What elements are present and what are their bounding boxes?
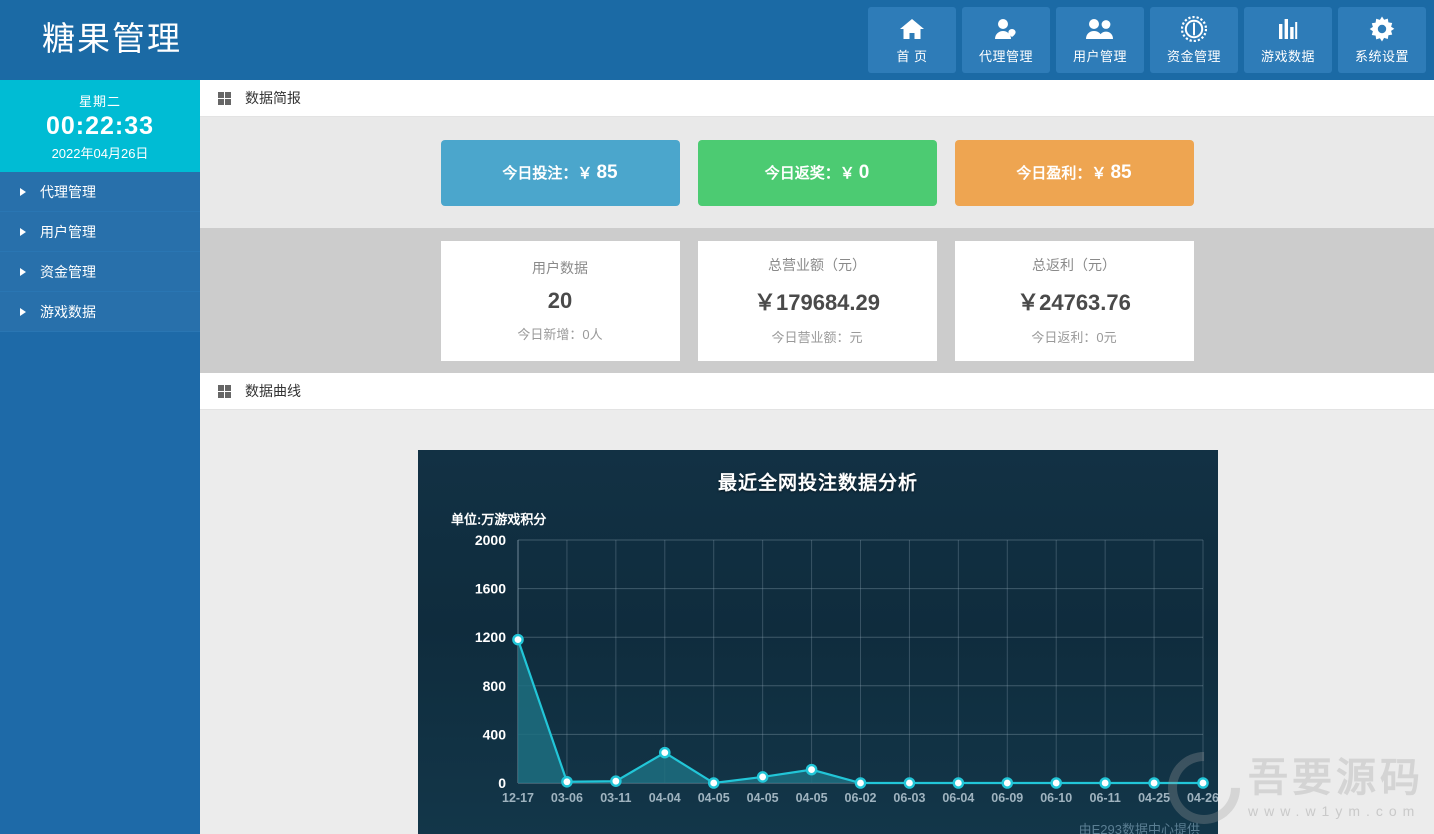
stat-cards-strip: 用户数据 20 今日新增：0人 总营业额（元） ￥179684.29 今日营业额…: [200, 228, 1434, 373]
svg-text:06-10: 06-10: [1040, 791, 1072, 805]
nav-label-agent-management: 代理管理: [979, 46, 1033, 65]
sidebar-item-agent-management[interactable]: 代理管理: [0, 172, 200, 212]
svg-text:06-04: 06-04: [942, 791, 974, 805]
watermark-text: 吾要源码 www.w1ym.com: [1248, 757, 1424, 819]
svg-text:06-02: 06-02: [845, 791, 877, 805]
summary-card-amount: 0: [859, 162, 870, 184]
svg-text:04-05: 04-05: [747, 791, 779, 805]
sidebar-item-fund-management[interactable]: 资金管理: [0, 252, 200, 292]
summary-card-label: 今日盈利：￥: [1016, 162, 1106, 183]
svg-text:06-09: 06-09: [991, 791, 1023, 805]
svg-text:12-17: 12-17: [502, 791, 534, 805]
nav-button-system-settings[interactable]: 系统设置: [1338, 7, 1426, 73]
nav-button-agent-management[interactable]: 代理管理: [962, 7, 1050, 73]
summary-card-today-bet[interactable]: 今日投注：￥ 85: [441, 140, 680, 206]
stat-card-total-revenue: 总营业额（元） ￥179684.29 今日营业额：元: [698, 241, 937, 361]
users-icon: [1085, 15, 1115, 43]
svg-text:04-05: 04-05: [796, 791, 828, 805]
stat-card-subtext: 今日营业额：元: [771, 327, 862, 346]
stat-card-row: 用户数据 20 今日新增：0人 总营业额（元） ￥179684.29 今日营业额…: [200, 228, 1434, 373]
sidebar-item-label: 资金管理: [40, 262, 96, 282]
svg-text:1600: 1600: [475, 581, 506, 597]
chart-panel: 最近全网投注数据分析 单位:万游戏积分 04008001200160020001…: [200, 410, 1434, 834]
watermark-url: www.w1ym.com: [1248, 803, 1424, 819]
nav-button-home[interactable]: 首 页: [868, 7, 956, 73]
app-root: 糖果管理 首 页 代理管理: [0, 0, 1434, 834]
watermark-main-text: 吾要源码: [1248, 757, 1424, 799]
svg-text:03-11: 03-11: [600, 791, 631, 805]
stat-card-value: 20: [548, 288, 572, 314]
nav-button-game-data[interactable]: 游戏数据: [1244, 7, 1332, 73]
svg-text:1200: 1200: [475, 629, 506, 645]
sidebar-item-label: 游戏数据: [40, 302, 96, 322]
chart-plot-area: 0 400 800 1200 1600 2000 12-17 03-06 03-11 04-04 0…: [418, 450, 1218, 834]
svg-text:04-25: 04-25: [1138, 791, 1170, 805]
chart-credit: 由E293数据中心提供: [1079, 819, 1200, 834]
home-icon: [899, 15, 925, 43]
grid-squares-icon: [218, 385, 231, 398]
svg-text:06-11: 06-11: [1090, 791, 1121, 805]
summary-card-amount: 85: [596, 162, 617, 184]
grid-squares-icon: [218, 92, 231, 105]
panel-title-summary: 数据简报: [245, 88, 301, 108]
nav-label-game-data: 游戏数据: [1261, 46, 1315, 65]
nav-label-user-management: 用户管理: [1073, 46, 1127, 65]
stat-card-value: ￥179684.29: [754, 285, 880, 317]
nav-label-system-settings: 系统设置: [1355, 46, 1409, 65]
nav-button-fund-management[interactable]: 资金管理: [1150, 7, 1238, 73]
gear-icon: [1369, 15, 1395, 43]
stat-card-title: 总营业额（元）: [768, 255, 866, 275]
summary-card-today-payout[interactable]: 今日返奖：￥ 0: [698, 140, 937, 206]
panel-header-summary: 数据简报: [200, 80, 1434, 117]
clock-date: 2022年04月26日: [52, 143, 149, 162]
summary-card-amount: 85: [1110, 162, 1131, 184]
summary-card-today-profit[interactable]: 今日盈利：￥ 85: [955, 140, 1194, 206]
svg-text:06-03: 06-03: [893, 791, 925, 805]
stat-card-title: 用户数据: [532, 258, 588, 278]
panel-header-curve: 数据曲线: [200, 373, 1434, 410]
app-brand-title: 糖果管理: [42, 22, 182, 59]
svg-text:400: 400: [483, 726, 507, 742]
stat-card-subtext: 今日返利：0元: [1031, 327, 1116, 346]
svg-text:04-05: 04-05: [698, 791, 730, 805]
svg-text:03-06: 03-06: [551, 791, 583, 805]
svg-text:2000: 2000: [475, 532, 506, 548]
clock-time: 00:22:33: [46, 112, 154, 141]
coin-icon: [1181, 15, 1207, 43]
sidebar-clock: 星期二 00:22:33 2022年04月26日: [0, 80, 200, 172]
stat-card-title: 总返利（元）: [1032, 255, 1116, 275]
sidebar-item-user-management[interactable]: 用户管理: [0, 212, 200, 252]
top-navigation: 首 页 代理管理: [868, 7, 1426, 73]
stat-card-user-data: 用户数据 20 今日新增：0人: [441, 241, 680, 361]
nav-button-user-management[interactable]: 用户管理: [1056, 7, 1144, 73]
stat-card-total-rebate: 总返利（元） ￥24763.76 今日返利：0元: [955, 241, 1194, 361]
user-check-icon: [993, 15, 1019, 43]
main-content: 数据简报 今日投注：￥ 85 今日返奖：￥ 0 今日盈利：￥ 85: [200, 80, 1434, 834]
caret-right-icon: [20, 308, 26, 316]
summary-card-label: 今日返奖：￥: [765, 162, 855, 183]
sidebar-item-game-data[interactable]: 游戏数据: [0, 292, 200, 332]
clock-weekday: 星期二: [79, 91, 121, 110]
sidebar-item-label: 代理管理: [40, 182, 96, 202]
nav-label-home: 首 页: [896, 46, 927, 65]
caret-right-icon: [20, 188, 26, 196]
stat-card-value: ￥24763.76: [1017, 285, 1131, 317]
caret-right-icon: [20, 228, 26, 236]
svg-text:04-26: 04-26: [1187, 791, 1218, 805]
sidebar: 星期二 00:22:33 2022年04月26日 代理管理 用户管理 资金管理 …: [0, 80, 200, 834]
svg-text:04-04: 04-04: [649, 791, 681, 805]
summary-card-row: 今日投注：￥ 85 今日返奖：￥ 0 今日盈利：￥ 85: [200, 117, 1434, 228]
stat-card-subtext: 今日新增：0人: [517, 324, 602, 343]
svg-text:0: 0: [498, 775, 506, 791]
summary-card-label: 今日投注：￥: [502, 162, 592, 183]
top-header: 糖果管理 首 页 代理管理: [0, 0, 1434, 80]
caret-right-icon: [20, 268, 26, 276]
summary-cards-strip: 今日投注：￥ 85 今日返奖：￥ 0 今日盈利：￥ 85: [200, 117, 1434, 228]
betting-analysis-chart: 最近全网投注数据分析 单位:万游戏积分 04008001200160020001…: [418, 450, 1218, 834]
svg-text:800: 800: [483, 678, 507, 694]
sidebar-item-label: 用户管理: [40, 222, 96, 242]
bar-chart-icon: [1275, 15, 1301, 43]
panel-title-curve: 数据曲线: [245, 381, 301, 401]
nav-label-fund-management: 资金管理: [1167, 46, 1221, 65]
